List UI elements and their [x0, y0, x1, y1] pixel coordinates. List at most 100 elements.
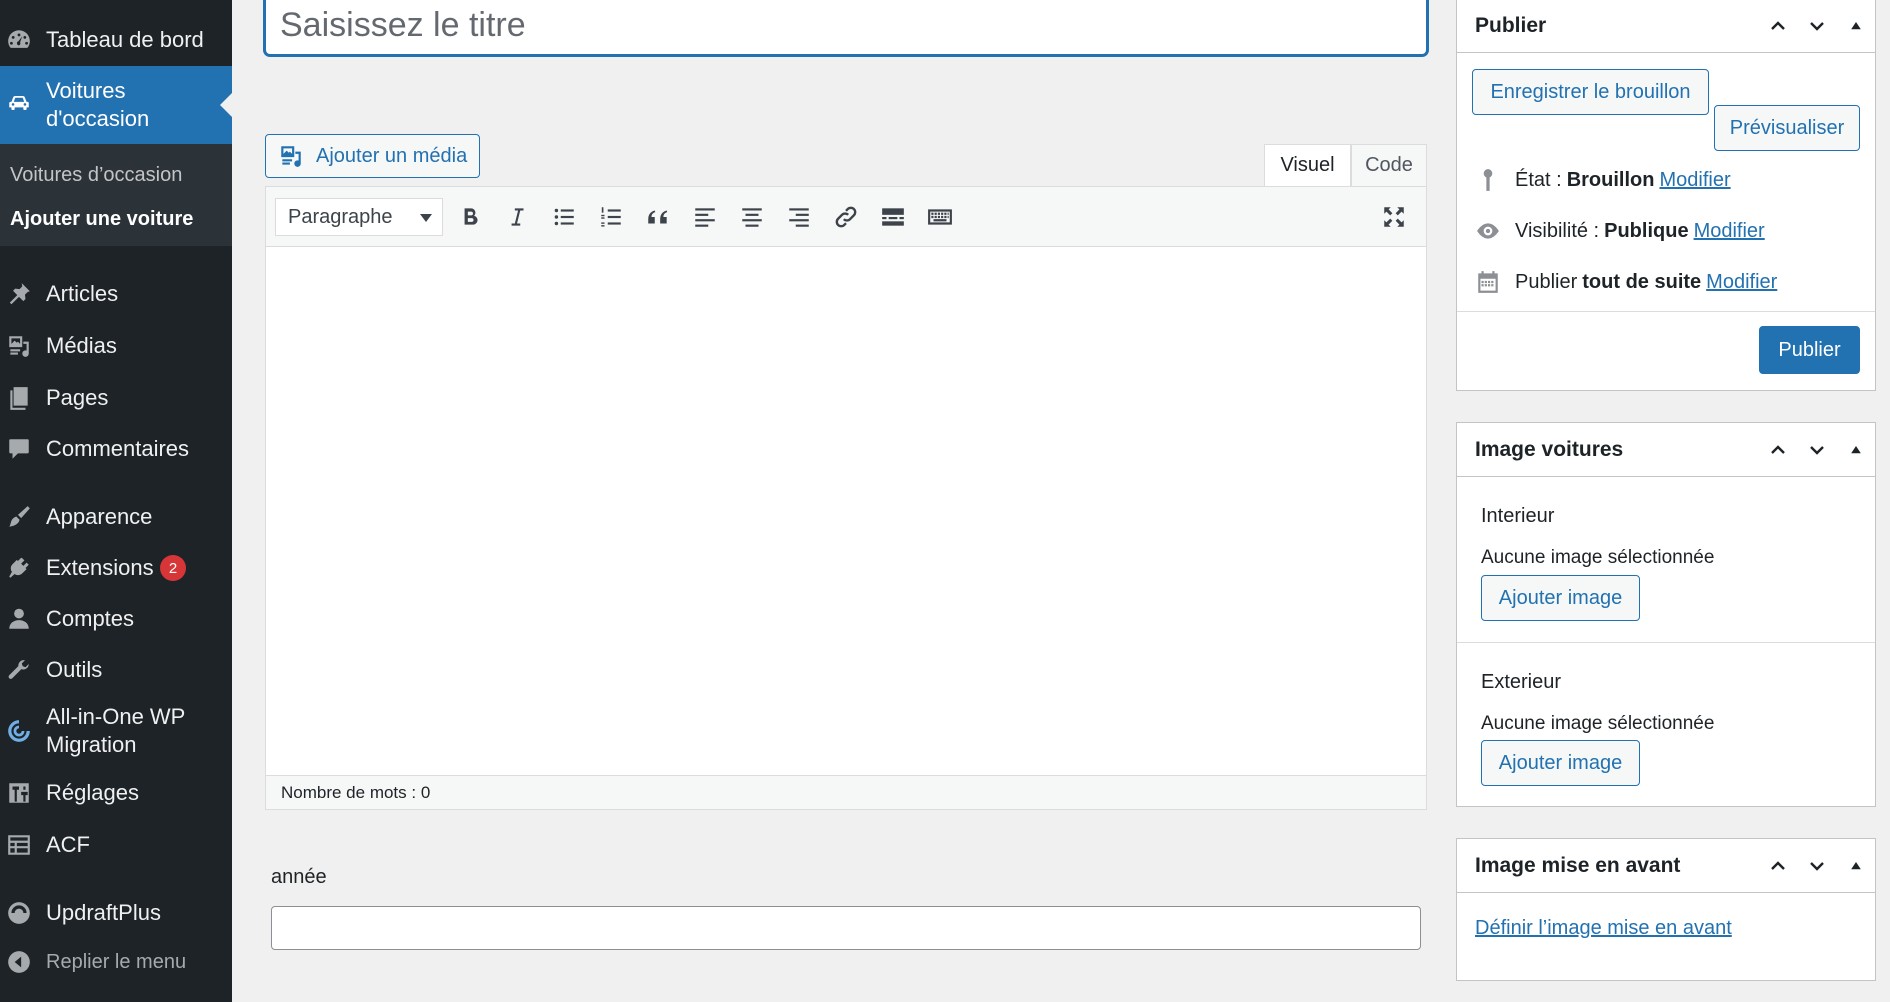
visibility-label: Visibilité : — [1515, 219, 1600, 242]
bold-button[interactable] — [452, 199, 488, 235]
triangle-up-icon — [1851, 22, 1861, 30]
menu-label: Extensions — [46, 555, 154, 580]
menu-pages[interactable]: Pages — [0, 379, 232, 417]
italic-button[interactable] — [499, 199, 535, 235]
menu-label: Pages — [46, 385, 109, 410]
align-left-button[interactable] — [687, 199, 723, 235]
menu-extensions[interactable]: Extensions 2 — [0, 549, 232, 587]
menu-updraftplus[interactable]: UpdraftPlus — [0, 894, 232, 932]
menu-all-in-one-migration[interactable]: All-in-One WP Migration — [0, 700, 232, 762]
menu-label: Replier le menu — [46, 951, 187, 973]
menu-voitures-occasion[interactable]: Voitures d'occasion — [0, 66, 232, 144]
pin-icon — [1483, 169, 1493, 191]
menu-dashboard[interactable]: Tableau de bord — [0, 22, 232, 58]
chevron-down-icon — [1810, 446, 1824, 455]
collapse-menu-button[interactable]: Replier le menu — [0, 943, 232, 981]
menu-label: UpdraftPlus — [46, 900, 161, 925]
tab-visuel[interactable]: Visuel — [1264, 144, 1351, 186]
toolbar-toggle-button[interactable] — [922, 199, 958, 235]
chevron-up-icon — [1771, 861, 1785, 870]
chevron-down-icon — [1810, 862, 1824, 871]
chevron-up-icon — [1771, 21, 1785, 30]
menu-articles[interactable]: Articles — [0, 275, 232, 313]
submenu: Voitures d’occasion Ajouter une voiture — [0, 144, 232, 246]
move-up-button[interactable] — [1763, 11, 1793, 41]
users-icon — [4, 604, 34, 634]
align-right-icon — [789, 208, 809, 227]
keyboard-icon — [928, 209, 952, 225]
admin-sidebar: Tableau de bord Voitures d'occasion Voit… — [0, 0, 232, 1002]
insert-link-button[interactable] — [828, 199, 864, 235]
menu-outils[interactable]: Outils — [0, 651, 232, 689]
menu-acf[interactable]: ACF — [0, 826, 232, 864]
align-center-button[interactable] — [734, 199, 770, 235]
toggle-panel-button[interactable] — [1841, 11, 1871, 41]
exterior-label: Exterieur — [1481, 671, 1562, 693]
toggle-panel-button[interactable] — [1841, 435, 1871, 465]
migration-icon — [4, 716, 34, 746]
add-image-label: Ajouter image — [1498, 586, 1623, 609]
menu-reglages[interactable]: Réglages — [0, 774, 232, 812]
annee-input[interactable] — [271, 906, 1421, 950]
tab-code[interactable]: Code — [1351, 144, 1427, 186]
publish-button[interactable]: Publier — [1759, 326, 1860, 374]
eye-icon — [1477, 223, 1499, 239]
submenu-ajouter-voiture[interactable]: Ajouter une voiture — [10, 208, 193, 231]
edit-status-link[interactable]: Modifier — [1659, 169, 1730, 192]
preview-button[interactable]: Prévisualiser — [1714, 105, 1860, 151]
move-down-button[interactable] — [1802, 851, 1832, 881]
move-up-button[interactable] — [1763, 851, 1793, 881]
align-left-icon — [695, 208, 715, 227]
edit-visibility-link[interactable]: Modifier — [1694, 220, 1765, 243]
menu-medias[interactable]: Médias — [0, 327, 232, 365]
featured-image-title: Image mise en avant — [1475, 853, 1681, 877]
menu-commentaires[interactable]: Commentaires — [0, 430, 232, 468]
chevron-down-icon — [420, 214, 432, 222]
add-interior-image-button[interactable]: Ajouter image — [1481, 575, 1640, 621]
format-select-value: Paragraphe — [288, 205, 393, 228]
menu-comptes[interactable]: Comptes — [0, 600, 232, 638]
media-icon — [281, 146, 301, 167]
car-icon — [4, 88, 34, 118]
editor-toolbar: Paragraphe — [266, 187, 1426, 247]
bold-icon — [464, 208, 478, 225]
publish-button-label: Publier — [1778, 338, 1841, 361]
publish-box-header: Publier — [1457, 0, 1875, 53]
menu-label: All-in-One WP Migration — [46, 704, 186, 757]
numbered-list-button[interactable] — [593, 199, 629, 235]
add-media-button[interactable]: Ajouter un média — [265, 134, 480, 178]
interior-note: Aucune image sélectionnée — [1481, 547, 1715, 568]
save-draft-label: Enregistrer le brouillon — [1490, 80, 1691, 103]
align-right-button[interactable] — [781, 199, 817, 235]
publish-box-title: Publier — [1475, 13, 1547, 37]
toggle-panel-button[interactable] — [1841, 851, 1871, 881]
schedule-row: Publier tout de suite Modifier — [1475, 269, 1777, 295]
editor-box: Paragraphe Nombre de mots: 0 — [265, 186, 1427, 810]
post-title-input[interactable] — [264, 0, 1428, 56]
blockquote-button[interactable] — [640, 199, 676, 235]
fullscreen-button[interactable] — [1376, 199, 1412, 235]
format-select[interactable]: Paragraphe — [275, 198, 443, 236]
updraft-icon — [4, 898, 34, 928]
move-down-button[interactable] — [1802, 435, 1832, 465]
quote-icon — [648, 210, 668, 224]
triangle-up-icon — [1851, 862, 1861, 870]
set-featured-image-link[interactable]: Définir l’image mise en avant — [1475, 917, 1732, 940]
featured-image-box: Image mise en avant Définir l’image mise… — [1456, 838, 1876, 981]
media-icon — [4, 331, 34, 361]
plugins-icon — [4, 553, 34, 583]
submenu-voitures-occasion[interactable]: Voitures d’occasion — [10, 164, 182, 187]
bullet-list-button[interactable] — [546, 199, 582, 235]
menu-apparence[interactable]: Apparence — [0, 498, 232, 536]
save-draft-button[interactable]: Enregistrer le brouillon — [1472, 69, 1709, 115]
menu-label: Comptes — [46, 606, 135, 631]
read-more-button[interactable] — [875, 199, 911, 235]
edit-schedule-link[interactable]: Modifier — [1706, 271, 1777, 294]
featured-image-header: Image mise en avant — [1457, 839, 1875, 893]
move-up-button[interactable] — [1763, 435, 1793, 465]
add-exterior-image-button[interactable]: Ajouter image — [1481, 740, 1640, 786]
link-icon — [835, 206, 857, 228]
move-down-button[interactable] — [1802, 11, 1832, 41]
menu-label: Apparence — [46, 504, 153, 529]
editor-content-area[interactable] — [266, 247, 1426, 775]
